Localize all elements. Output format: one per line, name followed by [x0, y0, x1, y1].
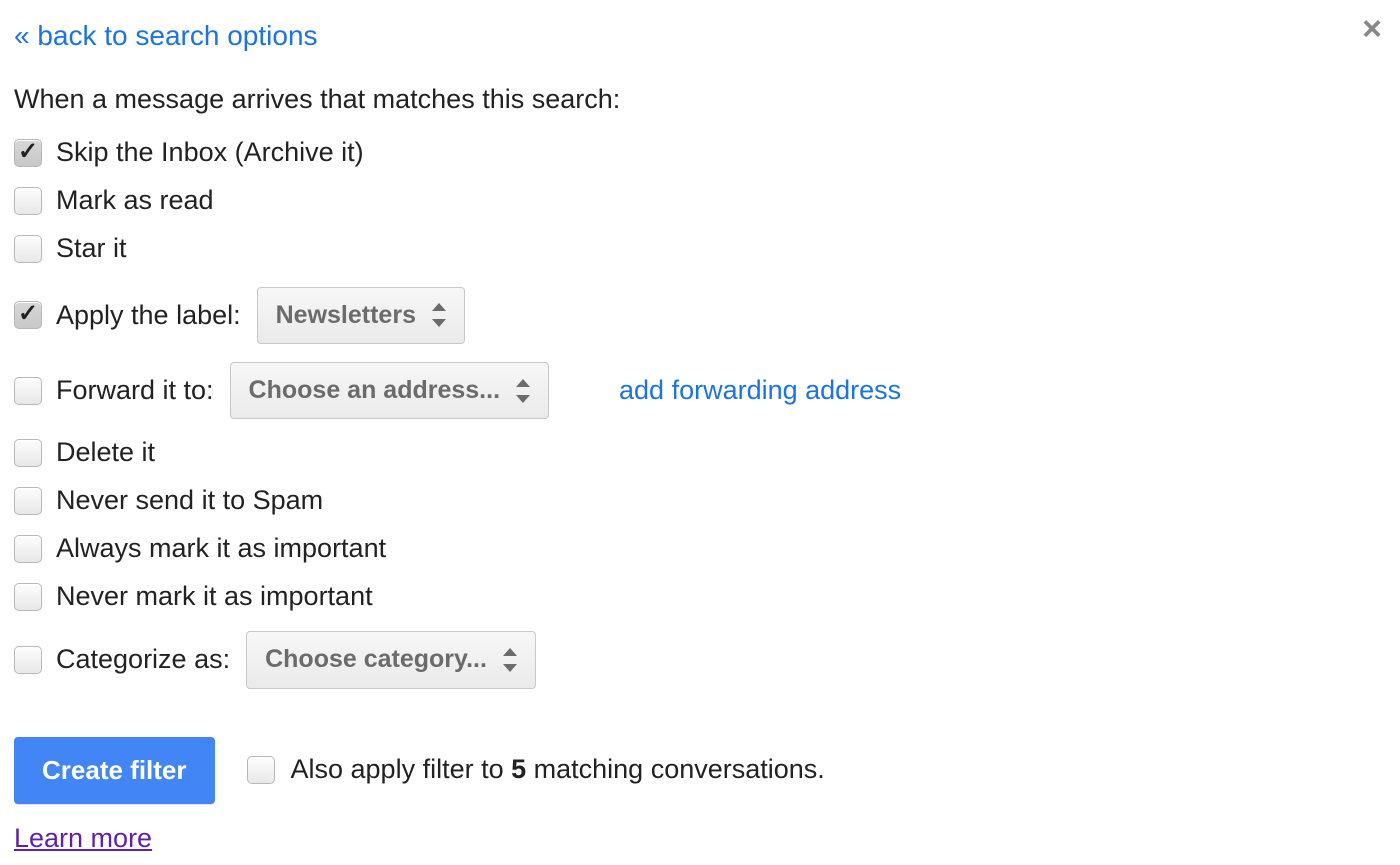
also-apply-text: Also apply filter to 5 matching conversa…	[291, 753, 825, 787]
select-forward-address-value: Choose an address...	[249, 375, 500, 406]
filter-intro-text: When a message arrives that matches this…	[14, 83, 1386, 117]
label-forward: Forward it to:	[56, 374, 214, 408]
back-to-search-link[interactable]: « back to search options	[14, 18, 318, 53]
checkbox-mark-read[interactable]	[14, 187, 42, 215]
label-apply-label: Apply the label:	[56, 299, 241, 333]
label-delete-it: Delete it	[56, 436, 155, 470]
option-skip-inbox: Skip the Inbox (Archive it)	[14, 133, 1386, 173]
select-categorize[interactable]: Choose category...	[246, 631, 536, 688]
checkbox-forward[interactable]	[14, 377, 42, 405]
close-icon[interactable]: ×	[1362, 12, 1382, 46]
also-apply-suffix: matching conversations.	[526, 754, 825, 784]
create-filter-button[interactable]: Create filter	[14, 737, 215, 804]
option-never-important: Never mark it as important	[14, 577, 1386, 617]
select-categorize-value: Choose category...	[265, 644, 487, 675]
option-mark-read: Mark as read	[14, 181, 1386, 221]
option-apply-label: Apply the label: Newsletters	[14, 287, 1386, 344]
filter-options-list: Skip the Inbox (Archive it) Mark as read…	[14, 133, 1386, 689]
option-never-spam: Never send it to Spam	[14, 481, 1386, 521]
checkbox-always-important[interactable]	[14, 535, 42, 563]
label-mark-read: Mark as read	[56, 184, 214, 218]
label-skip-inbox: Skip the Inbox (Archive it)	[56, 136, 364, 170]
label-categorize: Categorize as:	[56, 643, 230, 677]
option-always-important: Always mark it as important	[14, 529, 1386, 569]
also-apply-prefix: Also apply filter to	[291, 754, 512, 784]
sort-icon	[516, 381, 530, 401]
select-apply-label-value: Newsletters	[276, 300, 416, 331]
add-forwarding-address-link[interactable]: add forwarding address	[619, 374, 901, 408]
select-forward-address[interactable]: Choose an address...	[230, 362, 549, 419]
option-categorize: Categorize as: Choose category...	[14, 631, 1386, 688]
filter-footer: Create filter Also apply filter to 5 mat…	[14, 737, 1386, 804]
checkbox-skip-inbox[interactable]	[14, 139, 42, 167]
option-delete-it: Delete it	[14, 433, 1386, 473]
select-apply-label[interactable]: Newsletters	[257, 287, 465, 344]
checkbox-delete-it[interactable]	[14, 439, 42, 467]
sort-icon	[432, 305, 446, 325]
filter-create-panel: × « back to search options When a messag…	[0, 0, 1400, 865]
label-never-spam: Never send it to Spam	[56, 484, 323, 518]
option-star-it: Star it	[14, 229, 1386, 269]
label-always-important: Always mark it as important	[56, 532, 386, 566]
checkbox-never-spam[interactable]	[14, 487, 42, 515]
checkbox-never-important[interactable]	[14, 583, 42, 611]
label-never-important: Never mark it as important	[56, 580, 373, 614]
checkbox-also-apply[interactable]	[247, 756, 275, 784]
also-apply-row: Also apply filter to 5 matching conversa…	[247, 753, 825, 787]
also-apply-count: 5	[511, 754, 526, 784]
sort-icon	[503, 650, 517, 670]
option-forward: Forward it to: Choose an address... add …	[14, 362, 1386, 419]
label-star-it: Star it	[56, 232, 127, 266]
learn-more-link[interactable]: Learn more	[14, 822, 152, 856]
checkbox-apply-label[interactable]	[14, 301, 42, 329]
checkbox-star-it[interactable]	[14, 235, 42, 263]
checkbox-categorize[interactable]	[14, 646, 42, 674]
